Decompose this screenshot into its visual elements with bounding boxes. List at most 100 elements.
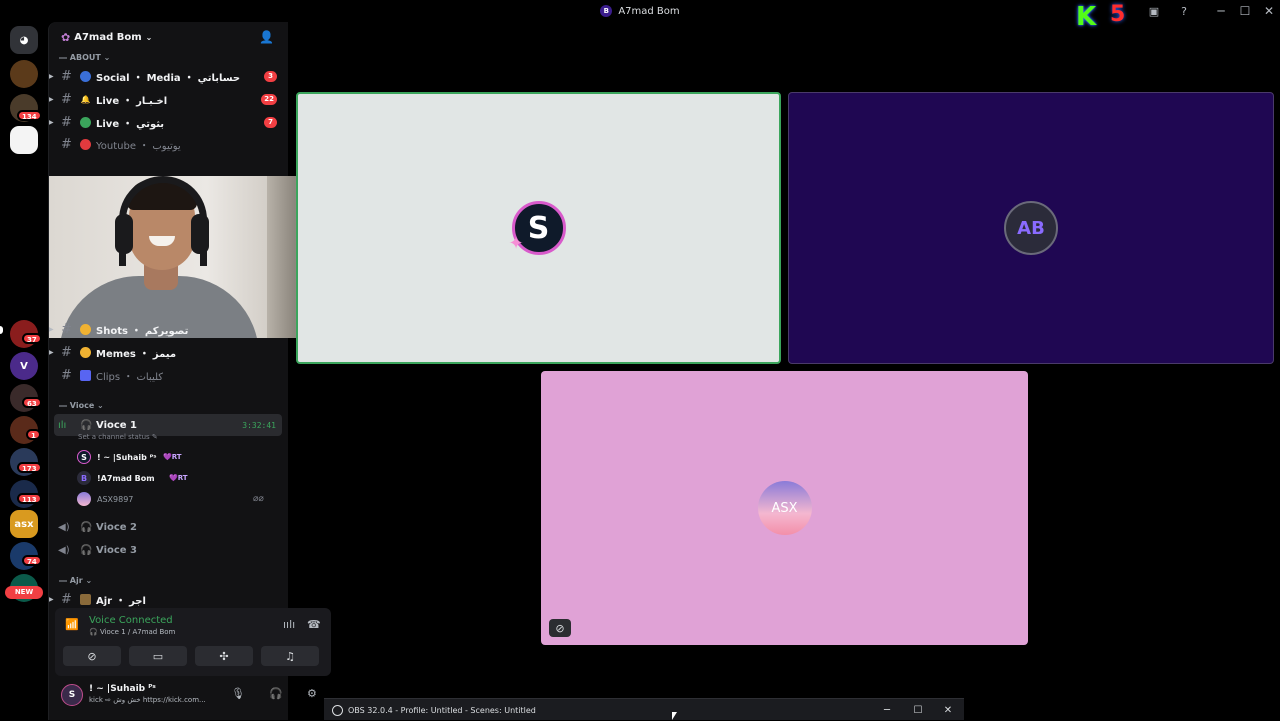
category-ajr[interactable]: ― Ajr ⌄ [59, 576, 92, 585]
share-screen-button[interactable]: ▭ [129, 646, 187, 666]
rail-badge: 74 [22, 555, 42, 566]
video-tile-a7mad[interactable]: AB [788, 92, 1274, 364]
noise-suppression-icon[interactable]: ıılı [283, 618, 295, 631]
server-icon-asx[interactable]: asx [10, 510, 38, 538]
channel-shots[interactable]: ▶ # Shots ・ تصويركم [49, 319, 289, 339]
expand-arrow-icon: ▶ [49, 72, 54, 80]
video-tile-suhaib[interactable]: S ✦ [296, 92, 781, 364]
user-avatar[interactable]: S [61, 684, 83, 706]
hash-icon: # [61, 591, 72, 607]
video-tile-asx[interactable]: ASX ⊘ [541, 371, 1028, 645]
obs-logo-icon [332, 704, 343, 716]
channel-name: Memes ・ ميمز [96, 348, 177, 360]
headphones-icon: 🎧 [80, 419, 93, 431]
participant-avatar: AB [1004, 201, 1058, 255]
status-hint-text: Set a channel status [78, 433, 150, 441]
bell-icon: 🔔 [80, 94, 91, 104]
channel-memes[interactable]: ▶ # Memes ・ ميمز [49, 342, 289, 362]
channel-youtube[interactable]: # Youtube ・ يوتيوب [49, 134, 289, 154]
signal-icon: 📶 [65, 618, 79, 631]
channel-clips[interactable]: # Clips ・ كليبات [49, 365, 289, 385]
channel-name: Live ・ اخـبـار [96, 95, 168, 107]
category-label: Ajr [69, 576, 83, 585]
new-badge: NEW [5, 586, 43, 599]
participant-avatar: ASX [757, 481, 812, 535]
voice-status[interactable]: Voice Connected [89, 615, 173, 626]
voice-channel[interactable]: ◀) 🎧 Vioce 2 [54, 516, 282, 538]
channel-ajr[interactable]: ▶ # Ajr ・ اجر [49, 589, 289, 609]
category-voice[interactable]: ― Vioce ⌄ [59, 401, 104, 410]
obs-title-text: OBS 32.0.4 - Profile: Untitled - Scenes:… [348, 705, 536, 715]
window-title-text: A7mad Bom [618, 5, 680, 17]
user-panel: S ! ~ |Suhaib ᴾˢ kick ⇨ خش وش https://ki… [55, 678, 331, 712]
channel-social-media[interactable]: ▶ # Social ・ Media ・ حساباتي 3 [49, 66, 289, 86]
voice-channel-name: Vioce 2 [96, 521, 138, 533]
invite-people-icon[interactable]: 👤 [259, 30, 274, 44]
camera-off-button[interactable]: ⊘ [63, 646, 121, 666]
flag-icon [80, 70, 91, 82]
mention-badge: 3 [264, 70, 277, 82]
obs-close-button[interactable]: ✕ [940, 702, 956, 718]
flower-icon: ✿ [61, 30, 71, 44]
server-icon-1[interactable] [10, 60, 38, 88]
disconnect-icon[interactable]: ☎ [307, 618, 321, 631]
category-about[interactable]: ― ABOUT ⌄ [59, 53, 110, 62]
obs-maximize-button[interactable]: ☐ [910, 702, 926, 718]
expand-arrow-icon: ▶ [49, 348, 54, 356]
maximize-button[interactable]: ☐ [1236, 2, 1254, 20]
channel-name: Social ・ Media ・ حساباتي [96, 72, 241, 84]
mention-badge: 22 [261, 93, 277, 105]
server-header[interactable]: ✿ A7mad Bom ⌄ [49, 22, 289, 52]
user-name[interactable]: ! ~ |Suhaib ᴾˢ [89, 684, 156, 694]
headphones-icon[interactable]: 🎧 [269, 687, 283, 700]
channel-name: Shots ・ تصويركم [96, 325, 189, 337]
category-label: Vioce [69, 401, 95, 410]
unread-pill [0, 326, 3, 334]
hash-icon: # [61, 344, 72, 360]
emoji-icon [80, 593, 91, 605]
webcam-overlay [49, 176, 336, 338]
overlay-number: 5 [1110, 2, 1126, 27]
member-name: ASX9897 [97, 494, 134, 504]
headphones-icon: 🎧 [80, 544, 93, 556]
channel-name: Clips ・ كليبات [96, 371, 164, 383]
server-icon-5[interactable]: V [10, 352, 38, 380]
channel-name: Ajr ・ اجر [96, 595, 146, 607]
voice-member[interactable]: B !A7mad Bom 💜RT [77, 468, 287, 488]
microphone-icon[interactable]: 🎙 [231, 687, 245, 700]
member-tag: 💜RT [163, 453, 182, 461]
rail-badge: 63 [22, 397, 42, 408]
obs-title: OBS 32.0.4 - Profile: Untitled - Scenes:… [332, 699, 536, 721]
obs-minimize-button[interactable]: ─ [879, 702, 895, 718]
soundboard-button[interactable]: ♫ [261, 646, 319, 666]
channel-status-hint[interactable]: Set a channel status ✎ [78, 433, 158, 441]
inbox-icon[interactable]: ▣ [1146, 3, 1162, 19]
muted-icon: ⌀⌀ [253, 494, 264, 504]
obs-window-bar[interactable]: OBS 32.0.4 - Profile: Untitled - Scenes:… [324, 698, 964, 720]
voice-location[interactable]: 🎧 Vioce 1 / A7mad Bom [89, 628, 175, 636]
gear-icon[interactable]: ⚙ [307, 687, 317, 700]
muted-indicator-icon: ⊘ [549, 619, 571, 637]
voice-activity-icon: ılı [58, 419, 67, 431]
hash-icon: # [61, 91, 72, 107]
voice-member[interactable]: ASX9897 ⌀⌀ [77, 489, 287, 509]
channel-live-news[interactable]: ▶ # 🔔 Live ・ اخـبـار 22 [49, 89, 289, 109]
green-circle-icon [80, 116, 91, 128]
help-icon[interactable]: ? [1176, 3, 1192, 19]
voice-channel-name: Vioce 3 [96, 544, 138, 556]
channel-live-streams[interactable]: ▶ # Live ・ بثوتي 7 [49, 112, 289, 132]
close-button[interactable]: ✕ [1260, 2, 1278, 20]
title-bar: B A7mad Bom K 5 ▣ ? ─ ☐ ✕ [0, 0, 1280, 32]
voice-member[interactable]: S ! ~ |Suhaib ᴾˢ 💜RT [77, 447, 287, 467]
rail-badge: 173 [17, 462, 42, 473]
voice-channel[interactable]: ◀) 🎧 Vioce 3 [54, 539, 282, 561]
minimize-button[interactable]: ─ [1212, 2, 1230, 20]
rail-badge: 1 [26, 429, 41, 440]
discord-home-icon[interactable]: ◕ [10, 26, 38, 54]
channel-name: Youtube ・ يوتيوب [96, 140, 181, 152]
voice-connected-panel: 📶 Voice Connected 🎧 Vioce 1 / A7mad Bom … [55, 608, 331, 676]
avatar: B [77, 471, 91, 485]
activities-button[interactable]: ✣ [195, 646, 253, 666]
server-icon-3[interactable] [10, 126, 38, 154]
rail-badge: 134 [17, 110, 42, 121]
